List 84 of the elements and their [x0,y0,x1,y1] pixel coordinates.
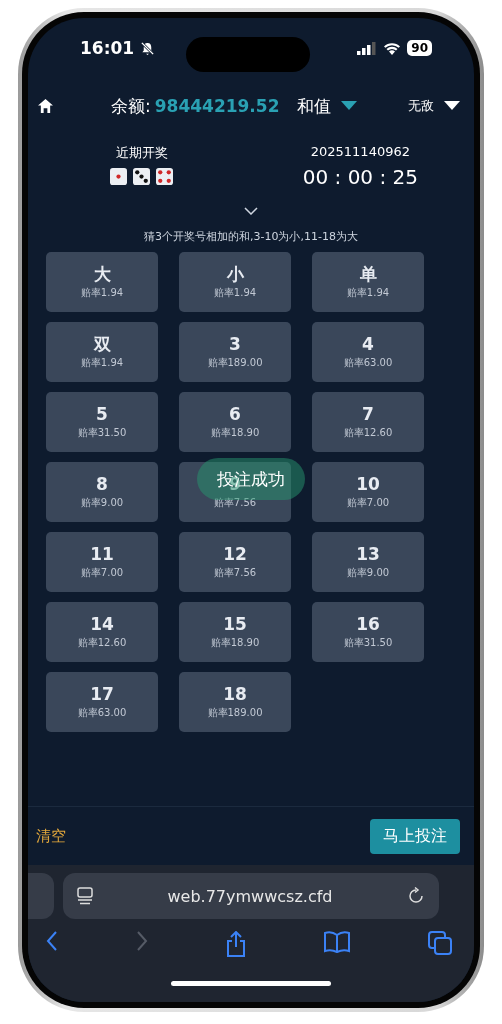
option-label: 单 [359,264,377,284]
option-label: 4 [362,334,374,354]
bet-option[interactable]: 双 赔率1.94 [46,322,158,382]
option-label: 11 [90,544,114,564]
mode-select[interactable]: 无敌 [408,97,434,115]
balance-label: 余额: [111,94,151,118]
bet-option[interactable]: 16 赔率31.50 [312,602,424,662]
option-label: 17 [90,684,114,704]
odds-text: 赔率63.00 [77,706,127,720]
tabs-icon[interactable] [428,931,452,955]
odds-text: 赔率18.90 [210,636,260,650]
odds-text: 赔率31.50 [343,636,393,650]
option-label: 12 [223,544,247,564]
option-label: 7 [362,404,374,424]
status-time: 16:01 [80,38,135,58]
bet-option[interactable]: 13 赔率9.00 [312,532,424,592]
odds-text: 赔率7.56 [213,566,257,580]
bet-option[interactable]: 7 赔率12.60 [312,392,424,452]
bet-option[interactable]: 大 赔率1.94 [46,252,158,312]
odds-text: 赔率1.94 [213,286,257,300]
option-label: 18 [223,684,247,704]
address-bar[interactable]: web.77ymwwcsz.cfd [63,873,439,919]
option-label: 14 [90,614,114,634]
option-label: 16 [356,614,380,634]
option-label: 6 [229,404,241,424]
option-label: 小 [226,264,244,284]
url-text: web.77ymwwcsz.cfd [167,886,333,906]
odds-text: 赔率1.94 [80,356,124,370]
signal-icon [357,41,378,55]
caret-icon [341,101,358,111]
odds-text: 赔率12.60 [343,426,393,440]
bet-option[interactable]: 小 赔率1.94 [179,252,291,312]
bet-option[interactable]: 5 赔率31.50 [46,392,158,452]
page-menu-icon[interactable] [77,887,93,905]
period-number: 202511140962 [310,144,410,159]
odds-text: 赔率7.00 [346,496,390,510]
bet-option[interactable]: 6 赔率18.90 [179,392,291,452]
bet-option[interactable]: 8 赔率9.00 [46,462,158,522]
recent-draw-label: 近期开奖 [115,144,168,162]
option-label: 13 [356,544,380,564]
reload-icon[interactable] [407,887,425,905]
option-label: 10 [356,474,380,494]
bet-option[interactable]: 12 赔率7.56 [179,532,291,592]
odds-text: 赔率1.94 [80,286,124,300]
odds-text: 赔率31.50 [77,426,127,440]
odds-text: 赔率9.00 [346,566,390,580]
place-bet-button[interactable]: 马上投注 [370,818,460,854]
battery-level: 90 [407,40,432,56]
option-label: 大 [93,264,111,284]
odds-text: 赔率18.90 [210,426,260,440]
odds-text: 赔率1.94 [346,286,390,300]
bet-option[interactable]: 15 赔率18.90 [179,602,291,662]
option-label: 双 [93,334,111,354]
caret-icon [444,101,460,111]
bet-option[interactable]: 4 赔率63.00 [312,322,424,382]
option-label: 3 [229,334,241,354]
home-icon[interactable] [38,99,53,113]
wifi-icon [383,41,402,55]
odds-text: 赔率9.00 [80,496,124,510]
option-label: 5 [96,404,108,424]
rule-hint: 猜3个开奖号相加的和,3-10为小,11-18为大 [143,229,359,244]
odds-text: 赔率63.00 [343,356,393,370]
odds-text: 赔率12.60 [77,636,127,650]
bet-option[interactable]: 3 赔率189.00 [179,322,291,382]
option-label: 15 [223,614,247,634]
balance-value: 98444219.52 [154,96,280,116]
odds-text: 赔率7.56 [213,496,257,510]
option-label: 8 [96,474,108,494]
bet-option[interactable]: 单 赔率1.94 [312,252,424,312]
chevron-down-icon[interactable] [244,207,258,215]
bet-option[interactable]: 14 赔率12.60 [46,602,158,662]
game-select[interactable]: 和值 [297,94,332,118]
share-icon[interactable] [226,931,246,957]
countdown-timer: 00 : 00 : 25 [302,165,418,189]
bet-option[interactable]: 17 赔率63.00 [46,672,158,732]
bet-option[interactable]: 11 赔率7.00 [46,532,158,592]
odds-text: 赔率189.00 [207,706,263,720]
back-icon[interactable] [46,931,58,951]
book-icon[interactable] [324,931,350,953]
odds-text: 赔率7.00 [80,566,124,580]
bet-option[interactable]: 18 赔率189.00 [179,672,291,732]
clear-button[interactable]: 清空 [36,826,66,846]
bet-option[interactable]: 10 赔率7.00 [312,462,424,522]
odds-text: 赔率189.00 [207,356,263,370]
